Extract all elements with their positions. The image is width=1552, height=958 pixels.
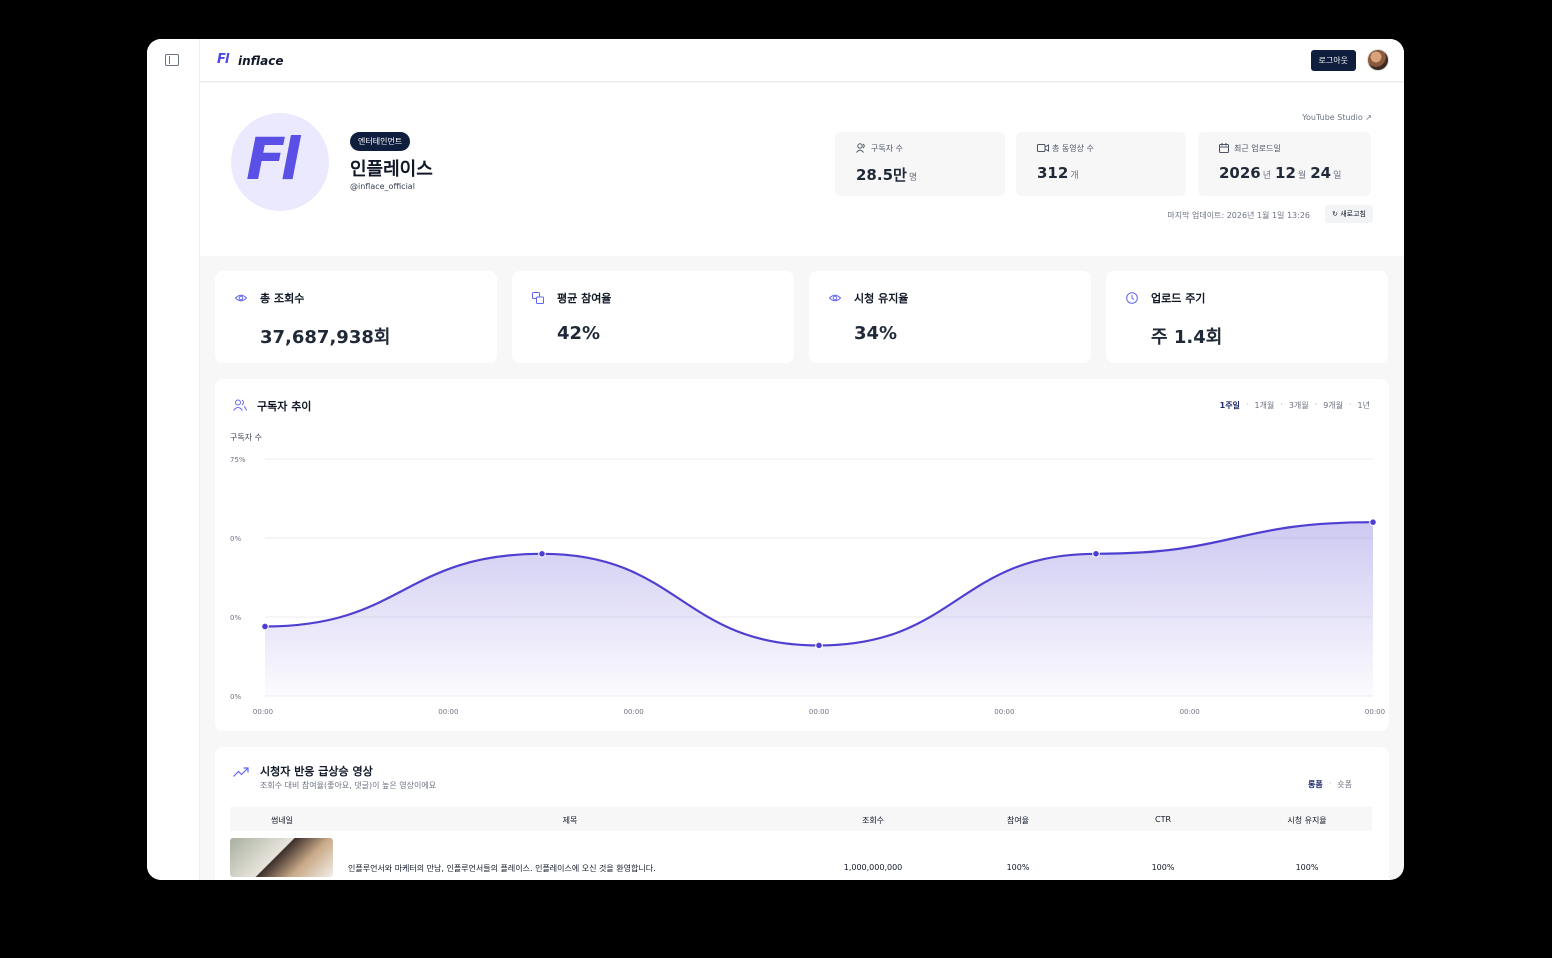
logo-text[interactable]: inflace [238,54,283,68]
table-row[interactable]: 인플루언서와 마케터의 만남, 인플루언서들의 플레이스. 인플레이스에 오신 … [230,838,1372,878]
video-count-label: 총 동영상 수 [1052,144,1094,153]
video-engagement: 100% [1006,863,1030,872]
data-point[interactable] [815,641,823,650]
video-thumbnail[interactable] [230,838,333,877]
x-tick-label: 00:00 [1180,708,1200,716]
x-tick-label: 00:00 [624,708,644,716]
refresh-button[interactable]: ↻ 새로고침 [1325,205,1373,223]
x-tick-label: 00:00 [438,708,458,716]
eye-icon [235,294,247,302]
table-title: 시청자 반응 급상승 영상 [260,765,373,778]
metric-label: 총 조회수 [260,292,305,305]
metric-label: 평균 참여율 [557,292,612,305]
y-tick-label: 0% [230,614,241,622]
youtube-studio-link[interactable]: YouTube Studio ↗ [1302,113,1372,122]
users-icon [856,143,865,153]
data-point[interactable] [1092,550,1100,558]
subscriber-count-box: 구독자 수 28.5만 명 [835,132,1005,196]
channel-logo-mark: Fl [246,125,300,193]
eye-icon [829,294,841,302]
video-title[interactable]: 인플루언서와 마케터의 만남, 인플루언서들의 플레이스. 인플레이스에 오신 … [348,863,656,874]
subscriber-count-value: 28.5만 명 [856,166,918,184]
format-tabs: 롱폼 · 숏폼 [1308,779,1352,790]
engagement-icon [532,292,544,304]
tab-longform[interactable]: 롱폼 [1308,779,1323,790]
category-badge: 엔터테인먼트 [350,132,411,151]
video-views: 1,000,000,000 [843,863,903,872]
table-subtitle: 조회수 대비 참여율(좋아요, 댓글)이 높은 영상이에요 [260,781,437,790]
subscriber-count-label: 구독자 수 [871,144,903,153]
subscriber-trend-card: 구독자 추이 1주일 · 1개월 · 3개월 · 9개월 · 1년 구독자 수 … [215,379,1389,731]
channel-handle: @inflace_official [350,182,415,191]
trending-up-icon [233,767,249,777]
x-tick-label: 00:00 [809,708,829,716]
top-bar: Fl inflace 로그아웃 [200,39,1404,82]
last-upload-value: 2026 년 12 월 24 일 [1219,164,1342,182]
metric-value: 37,687,938회 [260,327,391,348]
metric-label: 시청 유지율 [854,292,909,305]
column-header: 조회수 [861,816,885,825]
metric-value: 34% [854,323,898,344]
data-point[interactable] [538,550,546,558]
video-count-box: 총 동영상 수 312 개 [1016,132,1186,196]
column-header: 제목 [562,816,578,825]
metric-card-retention: 시청 유지율 34% [809,271,1091,363]
video-count-value: 312 개 [1037,164,1079,182]
subscriber-chart: 75% 0% 0% 0% 00:00 00:00 00:00 00:00 00:00 00:00 0… [230,456,1385,716]
sidebar-toggle-icon[interactable] [165,54,179,66]
video-ctr: 100% [1151,863,1175,872]
column-header: 참여율 [1006,816,1030,825]
column-header: 썸네일 [270,816,294,825]
sidebar [147,39,200,880]
user-avatar[interactable] [1367,49,1389,71]
metric-card-avg-engagement: 평균 참여율 42% [512,271,794,363]
metric-label: 업로드 주기 [1151,292,1206,305]
video-retention: 100% [1295,863,1319,872]
data-point[interactable] [261,622,269,631]
metric-card-upload-frequency: 업로드 주기 주 1.4회 [1106,271,1388,363]
y-tick-label: 0% [230,693,241,701]
table-header: 썸네일 제목 조회수 참여율 CTR 시청 유지율 [230,807,1372,831]
series-area [265,522,1373,696]
y-tick-label: 75% [230,456,246,464]
x-tick-label: 00:00 [1365,708,1385,716]
metric-card-total-views: 총 조회수 37,687,938회 [215,271,497,363]
calendar-icon [1219,143,1229,153]
trending-videos-card: 시청자 반응 급상승 영상 조회수 대비 참여율(좋아요, 댓글)이 높은 영상… [215,747,1389,880]
channel-name: 인플레이스 [350,159,433,180]
channel-logo: Fl [231,113,329,211]
x-tick-label: 00:00 [994,708,1014,716]
metric-value: 42% [557,323,601,344]
tab-shortform[interactable]: 숏폼 [1337,779,1352,790]
logo-icon[interactable]: Fl [217,52,229,67]
y-tick-label: 0% [230,535,241,543]
data-point[interactable] [1369,518,1377,526]
column-header: CTR [1154,815,1172,824]
clock-icon [1126,292,1138,304]
channel-profile: Fl 엔터테인먼트 인플레이스 @inflace_official YouTub… [200,83,1404,256]
last-upload-box: 최근 업로드일 2026 년 12 월 24 일 [1198,132,1371,196]
last-upload-label: 최근 업로드일 [1234,144,1281,153]
logout-button[interactable]: 로그아웃 [1310,50,1356,71]
metric-value: 주 1.4회 [1151,327,1223,348]
video-icon [1037,144,1049,152]
x-tick-label: 00:00 [253,708,273,716]
tab-separator: · [1328,779,1332,788]
last-updated-text: 마지막 업데이트: 2026년 1월 1일 13:26 [1167,211,1310,220]
column-header: 시청 유지율 [1287,816,1327,825]
app-window: Fl inflace 로그아웃 Fl 엔터테인먼트 인플레이스 @inflace… [147,39,1404,880]
